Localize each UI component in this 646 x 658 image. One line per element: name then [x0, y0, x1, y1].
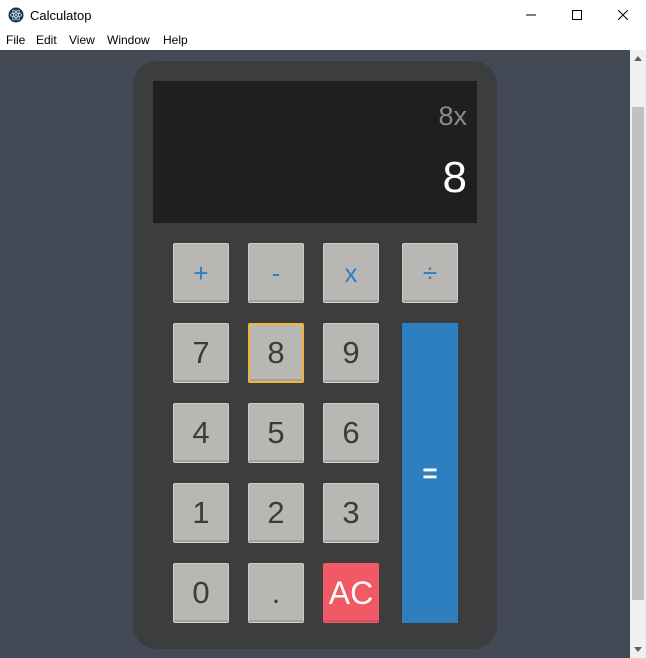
scroll-up-button[interactable] — [630, 50, 646, 67]
minimize-button[interactable] — [508, 0, 554, 30]
divide-key[interactable]: ÷ — [402, 243, 458, 303]
clear-key[interactable]: AC — [323, 563, 379, 623]
minimize-icon — [526, 14, 536, 16]
app-content: 8x 8 + - x ÷ 7 8 9 4 5 6 1 2 3 0 . AC = — [0, 50, 630, 658]
dot-key[interactable]: . — [248, 563, 304, 623]
four-key[interactable]: 4 — [173, 403, 229, 463]
chevron-up-icon — [634, 56, 642, 61]
menu-view[interactable]: View — [69, 33, 95, 47]
window-title: Calculatop — [30, 8, 92, 23]
display-value: 8 — [442, 153, 467, 202]
five-key[interactable]: 5 — [248, 403, 304, 463]
title-bar: Calculatop — [0, 0, 646, 30]
two-key[interactable]: 2 — [248, 483, 304, 543]
maximize-button[interactable] — [554, 0, 600, 30]
nine-key[interactable]: 9 — [323, 323, 379, 383]
vertical-scrollbar[interactable] — [630, 50, 646, 658]
electron-atom-icon — [8, 7, 24, 23]
minus-key[interactable]: - — [248, 243, 304, 303]
one-key[interactable]: 1 — [173, 483, 229, 543]
chevron-down-icon — [634, 647, 642, 652]
menu-window[interactable]: Window — [107, 33, 150, 47]
menu-file[interactable]: File — [6, 33, 25, 47]
menu-edit[interactable]: Edit — [36, 33, 57, 47]
calculator-display: 8x 8 — [153, 81, 477, 223]
equals-key[interactable]: = — [402, 323, 458, 623]
multiply-key[interactable]: x — [323, 243, 379, 303]
scroll-thumb[interactable] — [632, 107, 644, 600]
display-expression: 8x — [438, 101, 467, 131]
zero-key[interactable]: 0 — [173, 563, 229, 623]
scroll-down-button[interactable] — [630, 641, 646, 658]
close-icon — [618, 10, 628, 20]
three-key[interactable]: 3 — [323, 483, 379, 543]
close-button[interactable] — [600, 0, 646, 30]
calculator: 8x 8 + - x ÷ 7 8 9 4 5 6 1 2 3 0 . AC = — [133, 61, 497, 649]
eight-key[interactable]: 8 — [248, 323, 304, 383]
menu-help[interactable]: Help — [163, 33, 188, 47]
maximize-icon — [572, 10, 582, 20]
six-key[interactable]: 6 — [323, 403, 379, 463]
seven-key[interactable]: 7 — [173, 323, 229, 383]
menu-bar: File Edit View Window Help — [0, 30, 646, 50]
plus-key[interactable]: + — [173, 243, 229, 303]
